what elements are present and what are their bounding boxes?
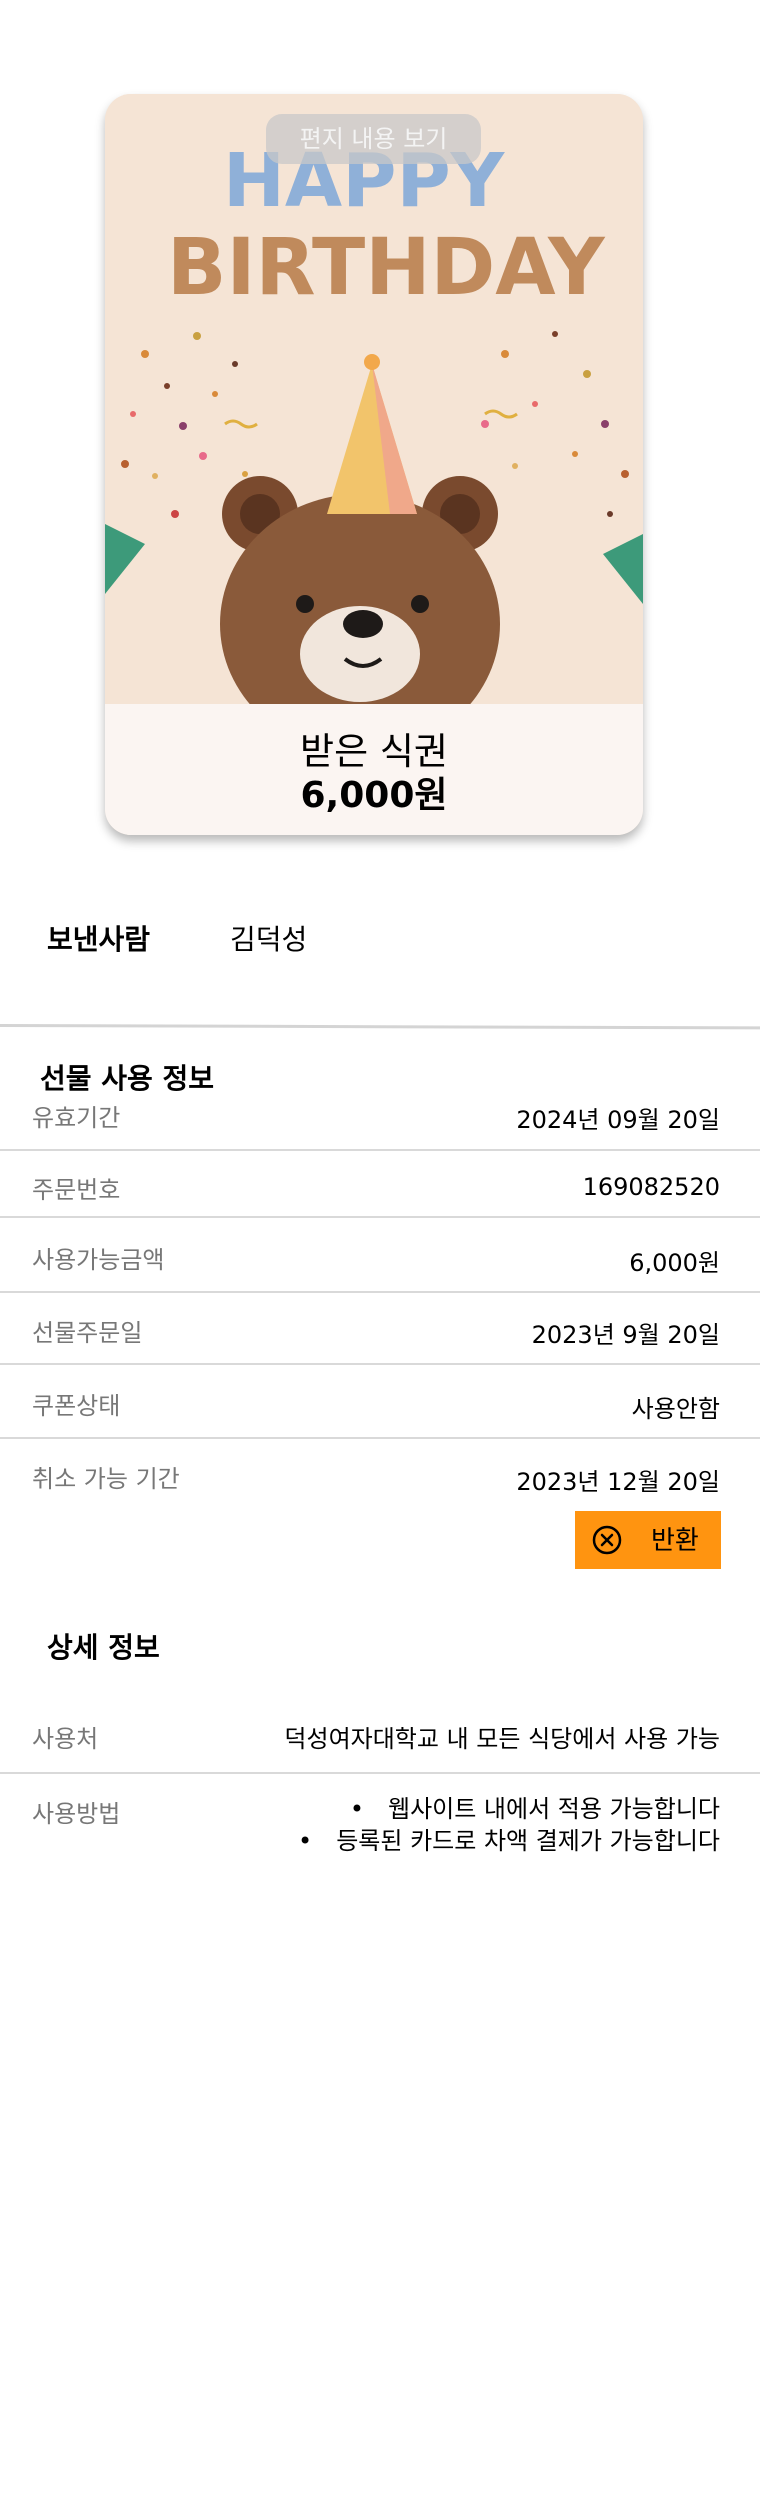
available-amount-value: 6,000원 [629, 1249, 720, 1277]
return-button[interactable]: 반환 [575, 1511, 721, 1569]
order-date-label: 선물주문일 [32, 1319, 143, 1347]
details-title: 상세 정보 [47, 1631, 160, 1664]
view-letter-button[interactable]: 편지 내용 보기 [266, 114, 481, 164]
card-caption: 받은 식권 6,000원 [105, 704, 643, 835]
sender-value: 김덕성 [230, 923, 308, 956]
usage-method-label: 사용방법 [32, 1800, 121, 1828]
birthday-bear-illustration: HAPPY BIRTHDAY [105, 94, 643, 704]
card-name: 받은 식권 [300, 730, 448, 773]
row-divider [0, 1363, 760, 1365]
section-divider [0, 1024, 760, 1030]
birthday-text: BIRTHDAY [167, 223, 606, 313]
circle-x-icon [592, 1525, 622, 1555]
row-divider [0, 1216, 760, 1218]
coupon-status-label: 쿠폰상태 [32, 1392, 121, 1420]
gift-info-title: 선물 사용 정보 [40, 1062, 215, 1095]
gift-card[interactable]: HAPPY BIRTHDAY 편지 내용 보기 받은 식권 6,000원 [105, 94, 643, 835]
sender-label: 보낸사람 [47, 923, 151, 956]
row-divider [0, 1291, 760, 1293]
row-divider [0, 1772, 760, 1774]
cancel-period-label: 취소 가능 기간 [32, 1465, 180, 1493]
birthday-lettering: BIRTHDAY [167, 223, 606, 313]
order-number-label: 주문번호 [32, 1176, 121, 1204]
order-number-value: 169082520 [582, 1173, 720, 1201]
usage-place-label: 사용처 [32, 1725, 99, 1753]
coupon-status-value: 사용안함 [631, 1395, 720, 1423]
cancel-period-value: 2023년 12월 20일 [516, 1468, 720, 1496]
return-label: 반환 [651, 1525, 699, 1555]
usage-method-list: 웹사이트 내에서 적용 가능합니다 등록된 카드로 차액 결제가 가능합니다 [298, 1793, 720, 1857]
expiry-value: 2024년 09월 20일 [516, 1106, 720, 1134]
available-amount-label: 사용가능금액 [32, 1246, 165, 1274]
row-divider [0, 1437, 760, 1439]
order-date-value: 2023년 9월 20일 [531, 1321, 720, 1349]
expiry-label: 유효기간 [32, 1104, 121, 1132]
usage-place-value: 덕성여자대학교 내 모든 식당에서 사용 가능 [284, 1725, 720, 1753]
usage-method-item: 등록된 카드로 차액 결제가 가능합니다 [298, 1825, 720, 1857]
card-price: 6,000원 [300, 775, 448, 816]
row-divider [0, 1149, 760, 1151]
usage-method-item: 웹사이트 내에서 적용 가능합니다 [298, 1793, 720, 1825]
